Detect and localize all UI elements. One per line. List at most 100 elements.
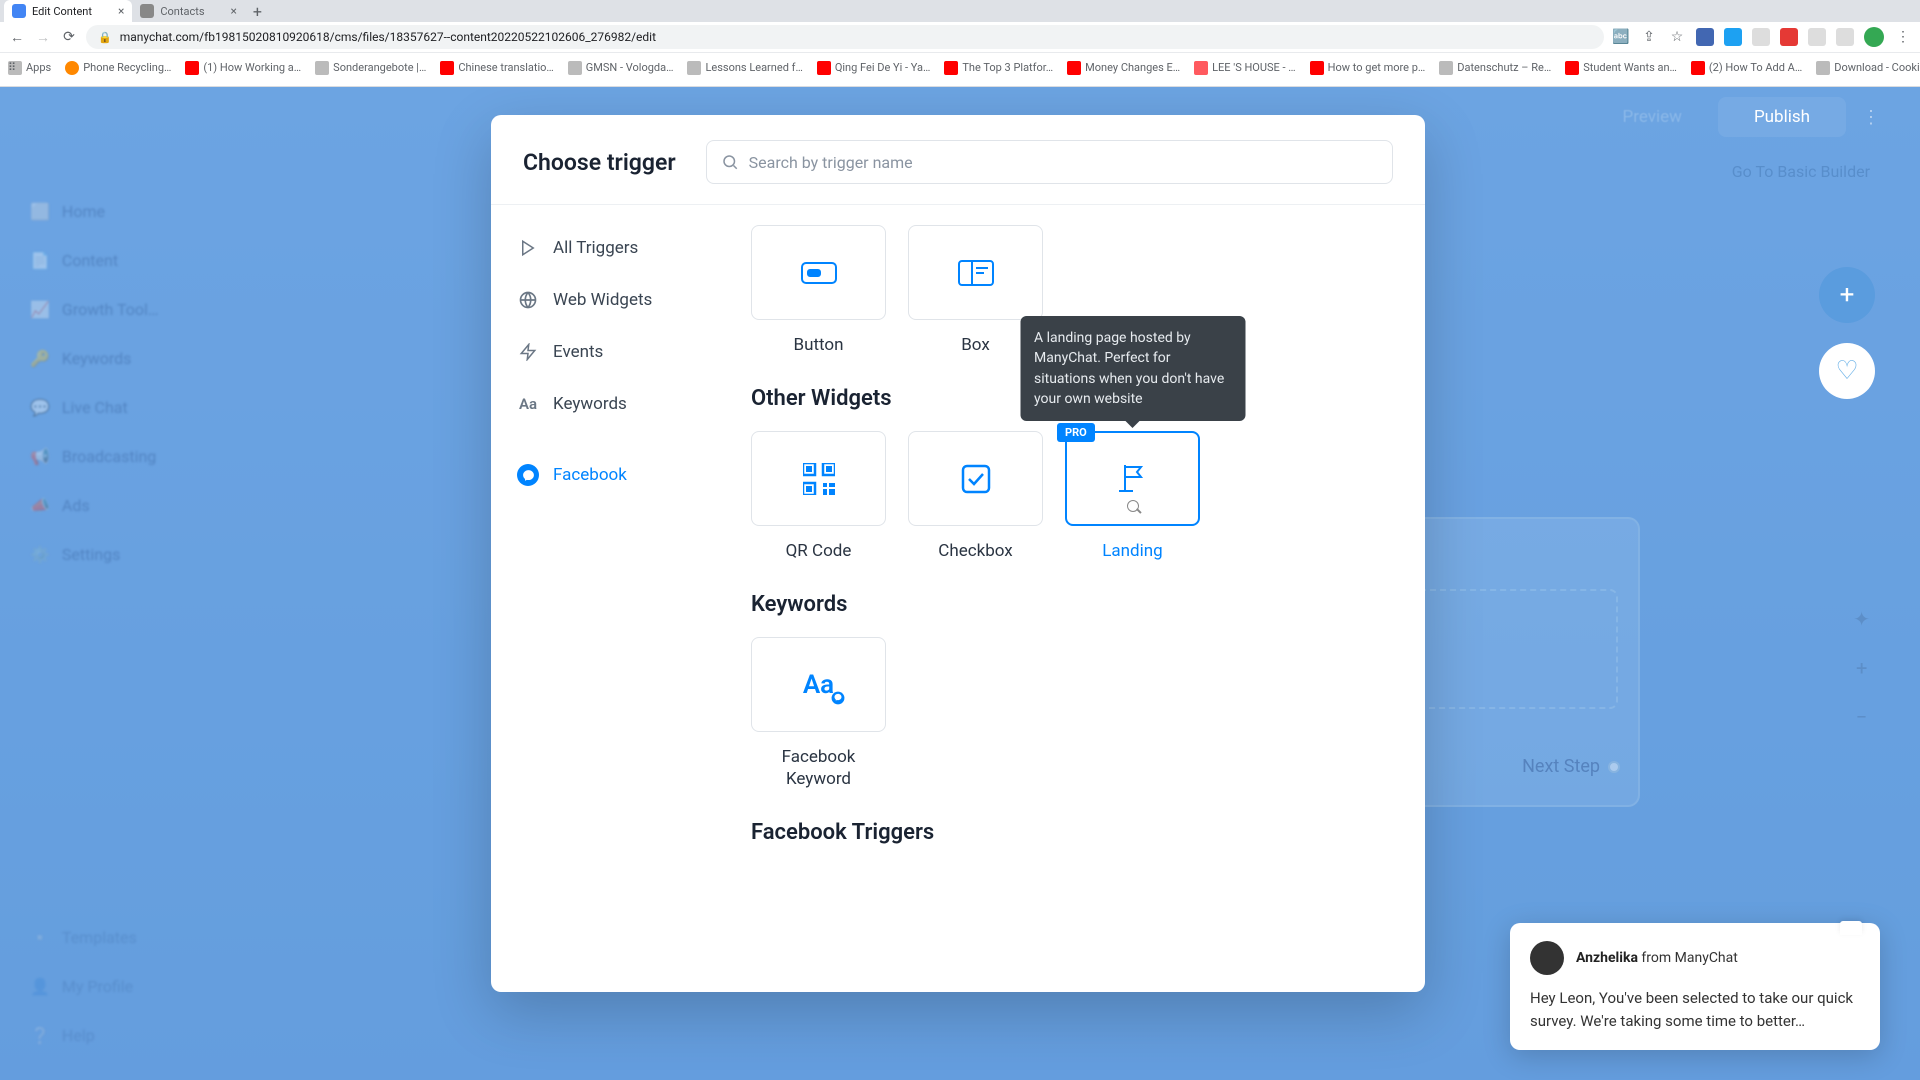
address-bar[interactable]: 🔒 manychat.com/fb19815020810920618/cms/f…	[86, 25, 1604, 49]
close-icon[interactable]: ×	[118, 4, 124, 18]
extension-icon[interactable]	[1752, 28, 1770, 46]
close-icon[interactable]: ×	[231, 4, 237, 18]
share-icon[interactable]: ⇪	[1640, 28, 1658, 46]
bookmark[interactable]: The Top 3 Platfor…	[944, 61, 1053, 75]
tile-selected: PRO	[1065, 431, 1200, 526]
tiles-row: Aa Facebook Keyword	[751, 637, 1395, 790]
bookmark[interactable]: Phone Recycling…	[65, 61, 171, 75]
search-input[interactable]	[749, 153, 1378, 172]
bookmark-icon	[315, 61, 329, 75]
bookmark[interactable]: LEE 'S HOUSE - …	[1194, 61, 1296, 75]
tabs-bar: Edit Content × Contacts × +	[0, 0, 1920, 22]
chat-close-notch[interactable]	[1840, 921, 1862, 935]
back-icon[interactable]: ←	[8, 28, 26, 46]
bookmark-icon	[185, 61, 199, 75]
bookmark[interactable]: Money Changes E…	[1067, 61, 1180, 75]
bookmark-label: Money Changes E…	[1085, 61, 1180, 74]
zoom-in-icon[interactable]: +	[1856, 656, 1867, 680]
bookmark[interactable]: Sonderangebote |…	[315, 61, 426, 75]
extension-icon[interactable]	[1808, 28, 1826, 46]
sidebar-item: 👤My Profile	[20, 962, 220, 1011]
tab-favicon	[12, 4, 26, 18]
bookmark[interactable]: (2) How To Add A…	[1691, 61, 1802, 75]
bookmark[interactable]: Qing Fei De Yi - Ya…	[817, 61, 931, 75]
browser-tab[interactable]: Contacts ×	[132, 0, 245, 22]
bookmark-label: The Top 3 Platfor…	[962, 61, 1053, 74]
url-bar-row: ← → ⟳ 🔒 manychat.com/fb19815020810920618…	[0, 22, 1920, 52]
favorite-fab[interactable]: ♡	[1819, 343, 1875, 399]
bookmark[interactable]: Chinese translatio…	[440, 61, 553, 75]
extension-icon[interactable]	[1696, 28, 1714, 46]
sidebar-item: ⬜Home	[20, 187, 220, 236]
extension-icon[interactable]	[1780, 28, 1798, 46]
app-sidebar-bg: ⬜Home 📄Content 📈Growth Tool… 🔑Keywords 💬…	[20, 187, 220, 579]
bookmark-label: GMSN - Vologda…	[586, 61, 674, 74]
preview-button[interactable]: Preview	[1603, 99, 1702, 135]
messenger-badge-icon	[831, 691, 845, 705]
bookmark-icon	[817, 61, 831, 75]
new-tab-button[interactable]: +	[253, 2, 262, 21]
profile-avatar[interactable]	[1864, 27, 1884, 47]
menu-icon[interactable]: ⋮	[1894, 28, 1912, 46]
bookmark-label: (1) How Working a…	[203, 61, 301, 74]
bookmark[interactable]: GMSN - Vologda…	[568, 61, 674, 75]
trigger-fb-keyword[interactable]: Aa Facebook Keyword	[751, 637, 886, 790]
browser-actions: 🔤 ⇪ ☆ ⋮	[1612, 27, 1912, 47]
bookmark-label: Phone Recycling…	[83, 61, 171, 74]
menu-icon[interactable]: ⋮	[1862, 107, 1880, 128]
sidebar-item: 📢Broadcasting	[20, 432, 220, 481]
search-box[interactable]	[706, 140, 1393, 184]
zoom-out-icon[interactable]: −	[1856, 705, 1867, 729]
extension-icon[interactable]	[1836, 28, 1854, 46]
bookmark[interactable]: How to get more p…	[1310, 61, 1426, 75]
url-text: manychat.com/fb19815020810920618/cms/fil…	[120, 30, 656, 44]
goto-basic-link[interactable]: Go To Basic Builder	[1732, 162, 1870, 181]
next-step-label: Next Step	[1522, 756, 1620, 777]
triggers-content: Button Box Other Widgets	[721, 205, 1425, 992]
magic-wand-icon[interactable]: ✦	[1853, 607, 1870, 631]
browser-chrome: Edit Content × Contacts × + ← → ⟳ 🔒 many…	[0, 0, 1920, 87]
publish-button[interactable]: Publish	[1718, 97, 1846, 137]
sidebar-label: Content	[62, 251, 118, 270]
chat-header: Anzhelika from ManyChat	[1530, 941, 1860, 975]
bookmark[interactable]: Datenschutz – Re…	[1439, 61, 1551, 75]
modal-body: All Triggers Web Widgets Events Aa K	[491, 205, 1425, 992]
tile	[908, 225, 1043, 320]
chat-widget[interactable]: Anzhelika from ManyChat Hey Leon, You've…	[1510, 923, 1880, 1050]
category-label: Web Widgets	[553, 290, 652, 310]
sidebar-label: Growth Tool…	[62, 300, 159, 319]
add-fab[interactable]: +	[1819, 267, 1875, 323]
bookmark[interactable]: Student Wants an…	[1565, 61, 1677, 75]
tile	[908, 431, 1043, 526]
extension-icon[interactable]	[1724, 28, 1742, 46]
bookmark[interactable]: ⠿Apps	[8, 61, 51, 75]
category-facebook[interactable]: Facebook	[507, 452, 705, 498]
landing-flag-icon	[1111, 457, 1155, 501]
bookmark[interactable]: (1) How Working a…	[185, 61, 301, 75]
connection-port-icon[interactable]	[1608, 761, 1620, 773]
trigger-qrcode[interactable]: QR Code	[751, 431, 886, 562]
translate-icon[interactable]: 🔤	[1612, 28, 1630, 46]
tooltip: A landing page hosted by ManyChat. Perfe…	[1020, 316, 1245, 421]
category-label: All Triggers	[553, 238, 638, 258]
trigger-landing[interactable]: A landing page hosted by ManyChat. Perfe…	[1065, 431, 1200, 562]
category-events[interactable]: Events	[507, 329, 705, 375]
browser-tab-active[interactable]: Edit Content ×	[4, 0, 132, 22]
bookmark-star-icon[interactable]: ☆	[1668, 28, 1686, 46]
trigger-button[interactable]: Button	[751, 225, 886, 356]
tile-label: Landing	[1102, 540, 1162, 562]
reload-icon[interactable]: ⟳	[60, 28, 78, 46]
category-all-triggers[interactable]: All Triggers	[507, 225, 705, 271]
sidebar-item: 📄Content	[20, 236, 220, 285]
category-keywords[interactable]: Aa Keywords	[507, 381, 705, 427]
bookmark[interactable]: Lessons Learned f…	[687, 61, 802, 75]
trigger-checkbox[interactable]: Checkbox	[908, 431, 1043, 562]
category-web-widgets[interactable]: Web Widgets	[507, 277, 705, 323]
bookmark[interactable]: Download - Cooki…	[1816, 61, 1920, 75]
forward-icon[interactable]: →	[34, 28, 52, 46]
bookmark-label: Datenschutz – Re…	[1457, 61, 1551, 74]
section-title-fb-triggers: Facebook Triggers	[751, 820, 1395, 845]
apps-icon: ⠿	[8, 61, 22, 75]
avatar	[1530, 941, 1564, 975]
chat-message: Hey Leon, You've been selected to take o…	[1530, 987, 1860, 1032]
